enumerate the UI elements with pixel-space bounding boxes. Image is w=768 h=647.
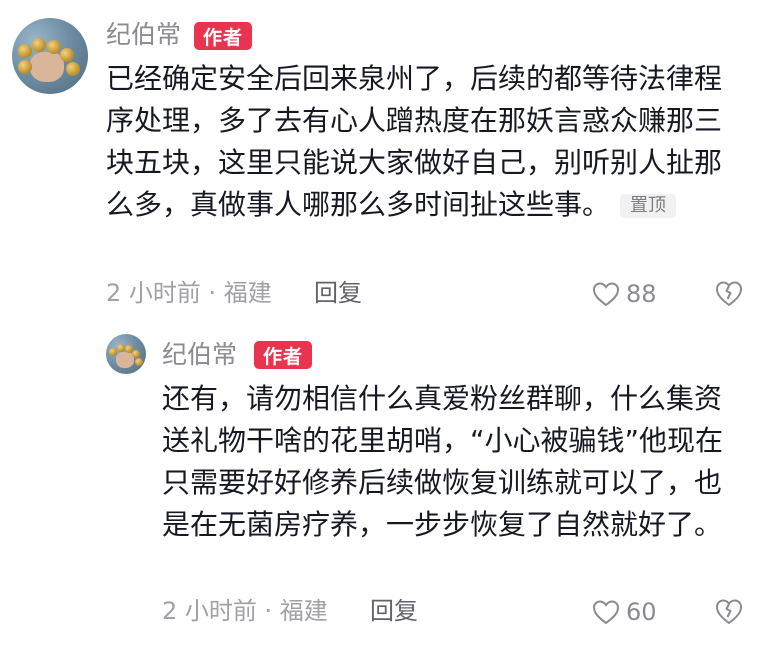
author-badge: 作者 xyxy=(254,341,312,369)
dislike-button[interactable] xyxy=(714,597,744,627)
like-button[interactable]: 60 xyxy=(592,596,672,628)
timestamp-location: 2 小时前 · 福建 xyxy=(162,597,328,625)
heart-icon xyxy=(592,600,620,625)
avatar[interactable] xyxy=(12,18,88,94)
like-button[interactable]: 88 xyxy=(592,278,672,310)
dislike-icon xyxy=(715,281,743,307)
like-count: 60 xyxy=(626,598,657,626)
reply-button[interactable]: 回复 xyxy=(314,276,362,310)
author-badge: 作者 xyxy=(194,22,252,50)
timestamp-location: 2 小时前 · 福建 xyxy=(106,279,272,307)
pinned-badge: 置顶 xyxy=(620,194,677,218)
dislike-icon xyxy=(715,599,743,625)
username[interactable]: 纪伯常 xyxy=(162,338,237,372)
heart-icon xyxy=(592,282,620,307)
dislike-button[interactable] xyxy=(714,279,744,309)
avatar[interactable] xyxy=(106,334,146,374)
comment-text: 还有，请勿相信什么真爱粉丝群聊，什么集资送礼物干啥的花里胡哨，“小心被骗钱”他现… xyxy=(162,382,724,541)
username[interactable]: 纪伯常 xyxy=(106,18,181,52)
comment-text: 已经确定安全后回来泉州了，后续的都等待法律程序处理，多了去有心人蹭热度在那妖言惑… xyxy=(106,58,736,226)
reply-button[interactable]: 回复 xyxy=(370,594,418,628)
like-count: 88 xyxy=(626,280,657,308)
